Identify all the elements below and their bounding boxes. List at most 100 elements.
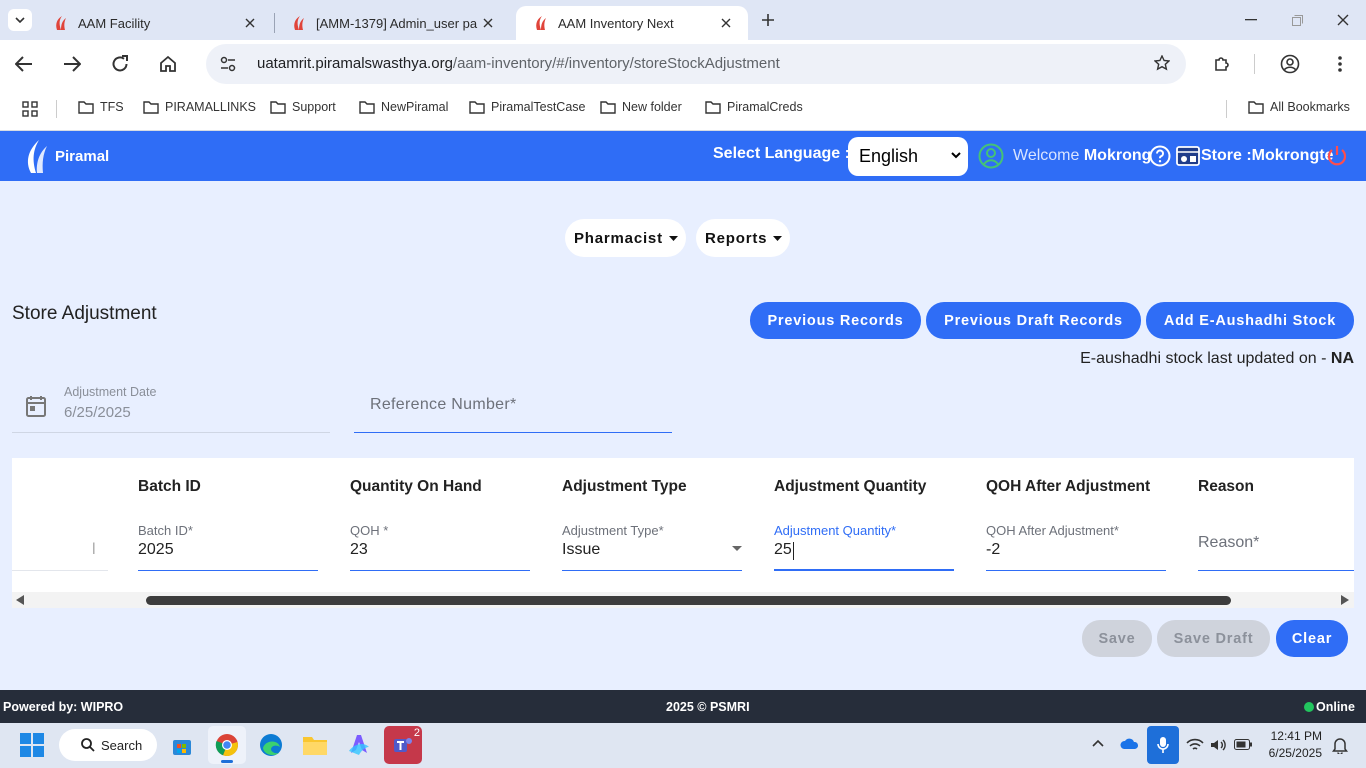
store-bag-icon xyxy=(173,740,191,755)
taskbar-search[interactable]: Search xyxy=(59,729,157,761)
taskbar-store-app[interactable] xyxy=(163,726,201,764)
bookmark-newpiramal[interactable]: NewPiramal xyxy=(359,100,448,114)
piramal-favicon-icon xyxy=(536,16,546,30)
column-header-qoh-after: QOH After Adjustment xyxy=(986,478,1151,495)
horizontal-scrollbar[interactable] xyxy=(12,592,1354,608)
microphone-button[interactable] xyxy=(1147,726,1179,764)
bookmark-piramallinks[interactable]: PIRAMALLINKS xyxy=(143,100,256,114)
reload-button[interactable] xyxy=(104,48,136,80)
column-header-adjustment-quantity: Adjustment Quantity xyxy=(774,478,927,495)
minimize-button[interactable] xyxy=(1228,0,1274,40)
chevron-down-icon xyxy=(15,17,25,23)
home-button[interactable] xyxy=(152,48,184,80)
item-name-cell-cut[interactable]: l xyxy=(12,518,108,571)
adjustment-date-field[interactable]: Adjustment Date 6/25/2025 xyxy=(12,381,330,433)
bookmark-piramalcreds[interactable]: PiramalCreds xyxy=(705,100,803,114)
edge-icon xyxy=(260,734,282,756)
forward-button[interactable] xyxy=(56,48,88,80)
bookmarks-bar: TFS PIRAMALLINKS Support NewPiramal Pira… xyxy=(0,88,1366,131)
taskbar-chrome-app[interactable] xyxy=(208,726,246,764)
qoh-input[interactable]: QOH * 23 xyxy=(350,518,530,571)
profile-button[interactable] xyxy=(1274,48,1306,80)
system-clock[interactable]: 12:41 PM 6/25/2025 xyxy=(1269,728,1322,762)
url-text[interactable]: uatamrit.piramalswasthya.org/aam-invento… xyxy=(257,55,780,72)
browser-tab-jira[interactable]: [AMM-1379] Admin_user pa xyxy=(274,6,510,40)
reports-menu[interactable]: Reports xyxy=(696,219,790,257)
toolbar-divider xyxy=(1254,54,1255,74)
tab-search-button[interactable] xyxy=(8,9,32,31)
clear-button[interactable]: Clear xyxy=(1276,620,1348,657)
close-icon[interactable] xyxy=(718,15,734,31)
bookmark-new-folder[interactable]: New folder xyxy=(600,100,682,114)
apps-icon[interactable] xyxy=(22,101,38,117)
bookmark-tfs[interactable]: TFS xyxy=(78,100,124,114)
scroll-right-icon[interactable] xyxy=(1341,595,1349,605)
folder-icon xyxy=(143,100,159,114)
column-header-batch-id: Batch ID xyxy=(138,478,201,495)
active-app-indicator xyxy=(221,760,233,763)
volume-icon[interactable] xyxy=(1210,738,1226,752)
add-eaushadhi-stock-button[interactable]: Add E-Aushadhi Stock xyxy=(1146,302,1354,339)
adjustment-date-value: 6/25/2025 xyxy=(64,404,131,421)
reason-input[interactable]: Reason* xyxy=(1198,518,1354,571)
calendar-icon[interactable] xyxy=(26,395,46,417)
close-icon[interactable] xyxy=(242,15,258,31)
language-select[interactable]: English xyxy=(848,137,968,176)
reference-number-placeholder: Reference Number* xyxy=(370,396,517,413)
more-vertical-icon xyxy=(1338,56,1342,72)
browser-tab-aam-inventory[interactable]: AAM Inventory Next xyxy=(516,6,748,40)
copyright-text: 2025 © PSMRI xyxy=(666,700,750,714)
teams-notification-badge: 2 xyxy=(413,727,420,739)
close-window-button[interactable] xyxy=(1320,0,1366,40)
browser-menu-button[interactable] xyxy=(1324,48,1356,80)
taskbar-teams-app[interactable]: 2 xyxy=(384,726,422,764)
star-icon[interactable] xyxy=(1154,55,1170,71)
reference-number-input[interactable]: Reference Number* xyxy=(354,381,672,433)
bookmark-support[interactable]: Support xyxy=(270,100,336,114)
adjustment-type-select[interactable]: Adjustment Type* Issue xyxy=(562,518,742,571)
m365-icon xyxy=(349,735,369,755)
taskbar-edge-app[interactable] xyxy=(252,726,290,764)
notifications-icon[interactable] xyxy=(1332,736,1348,754)
browser-tab-aam-facility[interactable]: AAM Facility xyxy=(36,6,272,40)
new-tab-button[interactable] xyxy=(756,10,780,30)
close-icon[interactable] xyxy=(480,15,496,31)
help-icon[interactable] xyxy=(1149,145,1171,167)
taskbar-m365-app[interactable] xyxy=(340,726,378,764)
battery-icon[interactable] xyxy=(1234,739,1252,750)
show-hidden-icons-icon[interactable] xyxy=(1092,739,1104,747)
bookmark-piramaltestcase[interactable]: PiramalTestCase xyxy=(469,100,585,114)
address-bar[interactable]: uatamrit.piramalswasthya.org/aam-invento… xyxy=(206,44,1186,84)
search-icon xyxy=(81,738,95,752)
powered-by-text: Powered by: WIPRO xyxy=(3,700,124,714)
adjustment-quantity-input[interactable]: Adjustment Quantity* 25 xyxy=(774,518,954,571)
bookmarks-divider xyxy=(1226,100,1227,118)
scroll-left-icon[interactable] xyxy=(16,595,24,605)
column-header-adjustment-type: Adjustment Type xyxy=(562,478,687,495)
piramal-flame-icon xyxy=(27,140,47,173)
save-draft-button[interactable]: Save Draft xyxy=(1157,620,1270,657)
browser-toolbar: uatamrit.piramalswasthya.org/aam-invento… xyxy=(0,40,1366,88)
qoh-after-adjustment-input[interactable]: QOH After Adjustment* -2 xyxy=(986,518,1166,571)
extensions-button[interactable] xyxy=(1206,48,1238,80)
taskbar-file-explorer-app[interactable] xyxy=(296,726,334,764)
windows-taskbar: Search 2 12:41 PM 6/25/2025 xyxy=(0,723,1366,768)
folder-icon xyxy=(78,100,94,114)
previous-records-button[interactable]: Previous Records xyxy=(750,302,921,339)
restore-button[interactable] xyxy=(1274,0,1320,40)
batch-id-input[interactable]: Batch ID* 2025 xyxy=(138,518,318,571)
scrollbar-thumb[interactable] xyxy=(146,596,1231,605)
save-button[interactable]: Save xyxy=(1082,620,1152,657)
site-info-icon[interactable] xyxy=(220,56,236,72)
back-button[interactable] xyxy=(8,48,40,80)
text-caret xyxy=(793,542,794,560)
all-bookmarks[interactable]: All Bookmarks xyxy=(1248,100,1350,114)
reload-icon xyxy=(112,55,128,72)
power-logout-icon[interactable] xyxy=(1326,145,1348,167)
onedrive-icon[interactable] xyxy=(1120,737,1140,750)
pharmacist-menu[interactable]: Pharmacist xyxy=(565,219,686,257)
previous-draft-records-button[interactable]: Previous Draft Records xyxy=(926,302,1141,339)
caret-down-icon xyxy=(773,235,783,241)
windows-start-icon[interactable] xyxy=(20,733,44,757)
wifi-icon[interactable] xyxy=(1186,738,1204,752)
